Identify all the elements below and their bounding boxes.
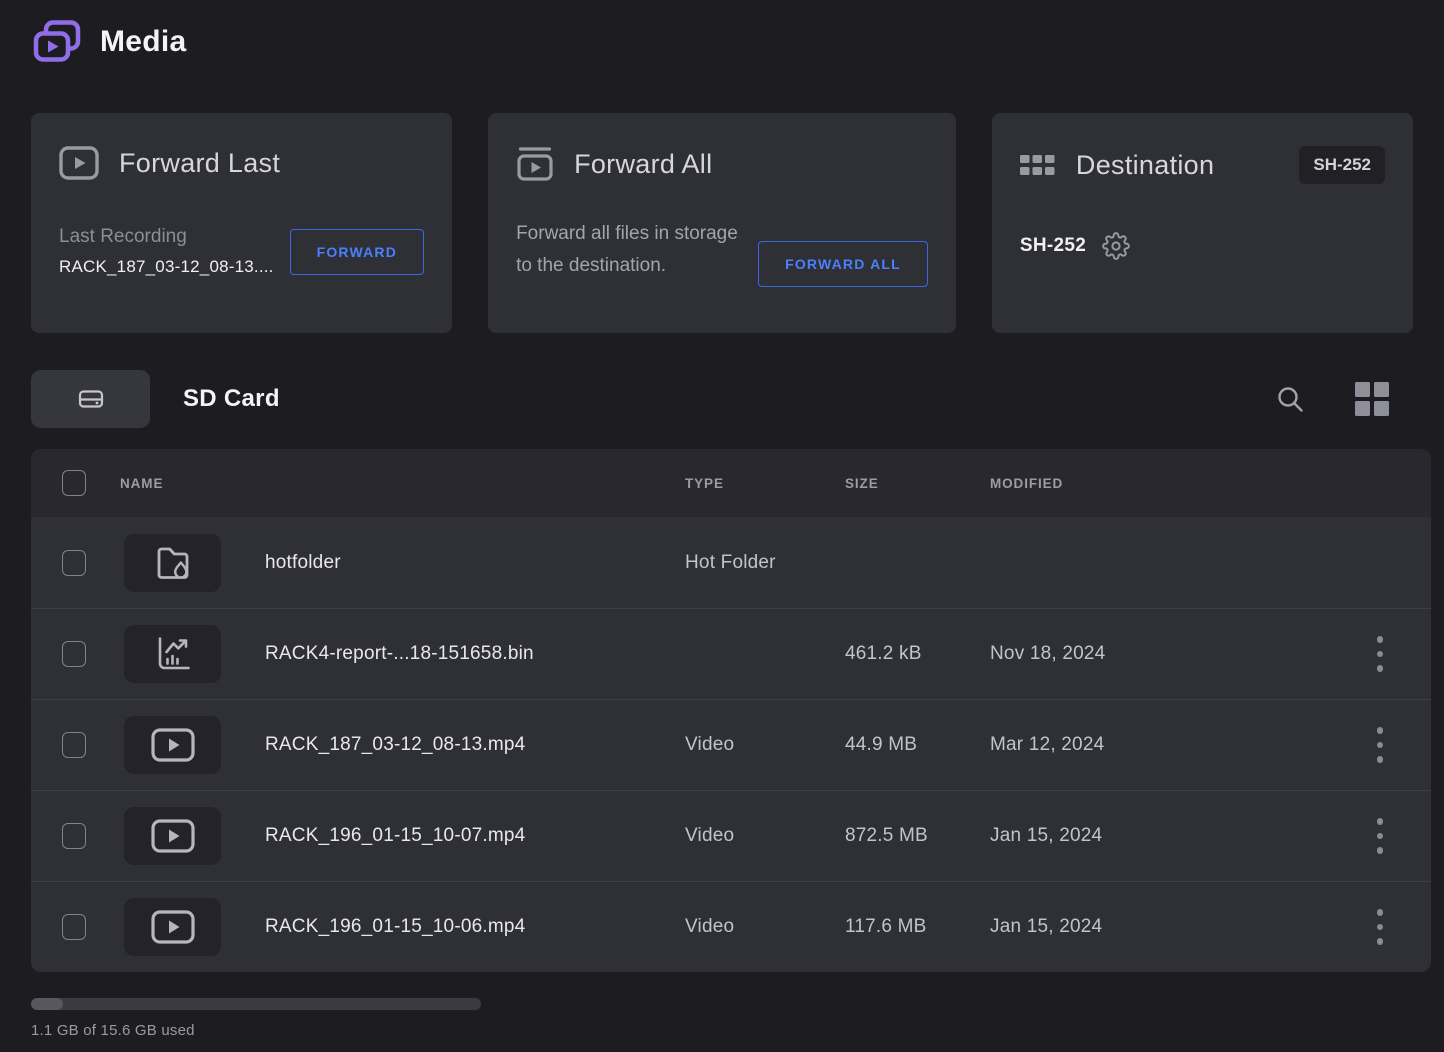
table-row[interactable]: hotfolder Hot Folder [31,517,1431,608]
table-header: NAME TYPE SIZE MODIFIED [31,449,1431,517]
forward-all-title: Forward All [574,149,928,180]
file-name: RACK_196_01-15_10-06.mp4 [265,916,685,938]
storage-source-label: SD Card [183,385,280,413]
file-name: RACK_187_03-12_08-13.mp4 [265,734,685,756]
forward-button[interactable]: FORWARD [290,229,424,275]
file-size: 872.5 MB [845,825,990,847]
file-type: Video [685,734,845,756]
grid-view-button[interactable] [1354,381,1390,417]
video-play-icon [150,909,196,945]
row-checkbox[interactable] [62,550,86,576]
file-size: 461.2 kB [845,643,990,665]
kebab-icon [1377,818,1384,825]
destination-title: Destination [1076,150,1279,181]
video-play-icon [150,727,196,763]
select-all-checkbox[interactable] [62,470,86,496]
forward-all-icon [516,146,554,182]
kebab-icon [1377,636,1384,643]
kebab-icon [1377,909,1384,916]
row-menu-button[interactable] [1360,806,1400,866]
table-row[interactable]: RACK4-report-...18-151658.bin 461.2 kB N… [31,608,1431,699]
storage-toolbar: SD Card [31,370,1413,428]
gear-icon [1102,232,1130,260]
file-type: Video [685,825,845,847]
row-checkbox[interactable] [62,914,86,940]
file-name: RACK_196_01-15_10-07.mp4 [265,825,685,847]
forward-last-icon [59,146,99,180]
media-icon [31,18,83,66]
hot-folder-icon [152,542,194,584]
file-type: Video [685,916,845,938]
file-size: 117.6 MB [845,916,990,938]
file-type: Hot Folder [685,552,845,574]
page-header: Media [0,0,1444,66]
storage-usage-bar[interactable] [31,998,481,1010]
table-row[interactable]: RACK_196_01-15_10-07.mp4 Video 872.5 MB … [31,790,1431,881]
destination-badge: SH-252 [1299,146,1385,184]
destination-grid-icon [1020,154,1056,176]
forward-last-title: Forward Last [119,148,424,179]
row-checkbox[interactable] [62,641,86,667]
file-name: RACK4-report-...18-151658.bin [265,643,685,665]
row-menu-button[interactable] [1360,897,1400,957]
search-button[interactable] [1275,384,1305,414]
table-body: hotfolder Hot Folder RACK4-report-...18-… [31,517,1431,972]
table-row[interactable]: RACK_187_03-12_08-13.mp4 Video 44.9 MB M… [31,699,1431,790]
row-menu-button[interactable] [1360,715,1400,775]
report-chart-icon [152,633,194,675]
file-modified: Jan 15, 2024 [990,825,1360,847]
file-size: 44.9 MB [845,734,990,756]
storage-bar-fill [31,998,63,1010]
file-icon-tile [124,534,221,592]
row-checkbox[interactable] [62,732,86,758]
forward-all-card: Forward All Forward all files in storage… [488,113,956,333]
file-icon-tile [124,807,221,865]
last-recording-label: Last Recording [59,226,274,248]
last-recording-value: RACK_187_03-12_08-13.... [59,257,274,277]
grid-view-icon [1354,381,1390,417]
file-name: hotfolder [265,552,685,574]
file-icon-tile [124,898,221,956]
table-row[interactable]: RACK_196_01-15_10-06.mp4 Video 117.6 MB … [31,881,1431,972]
storage-usage-text: 1.1 GB of 15.6 GB used [31,1022,1444,1039]
search-icon [1275,384,1305,414]
file-modified: Nov 18, 2024 [990,643,1360,665]
forward-all-description: Forward all files in storage to the dest… [516,218,758,282]
page-title: Media [100,25,187,59]
row-checkbox[interactable] [62,823,86,849]
column-header-name: NAME [120,476,265,491]
column-header-size: SIZE [845,476,990,491]
forward-last-card: Forward Last Last Recording RACK_187_03-… [31,113,452,333]
row-menu-button[interactable] [1360,624,1400,684]
file-modified: Mar 12, 2024 [990,734,1360,756]
action-cards: Forward Last Last Recording RACK_187_03-… [31,113,1413,333]
file-table: NAME TYPE SIZE MODIFIED hotfolder Hot Fo… [31,449,1431,972]
destination-value: SH-252 [1020,235,1086,257]
drive-icon [77,387,105,411]
video-play-icon [150,818,196,854]
file-modified: Jan 15, 2024 [990,916,1360,938]
destination-settings-button[interactable] [1102,232,1130,260]
kebab-icon [1377,727,1384,734]
file-icon-tile [124,716,221,774]
storage-source-button[interactable] [31,370,150,428]
forward-all-button[interactable]: FORWARD ALL [758,241,928,287]
destination-card: Destination SH-252 SH-252 [992,113,1413,333]
file-icon-tile [124,625,221,683]
column-header-type: TYPE [685,476,845,491]
column-header-modified: MODIFIED [990,476,1360,491]
